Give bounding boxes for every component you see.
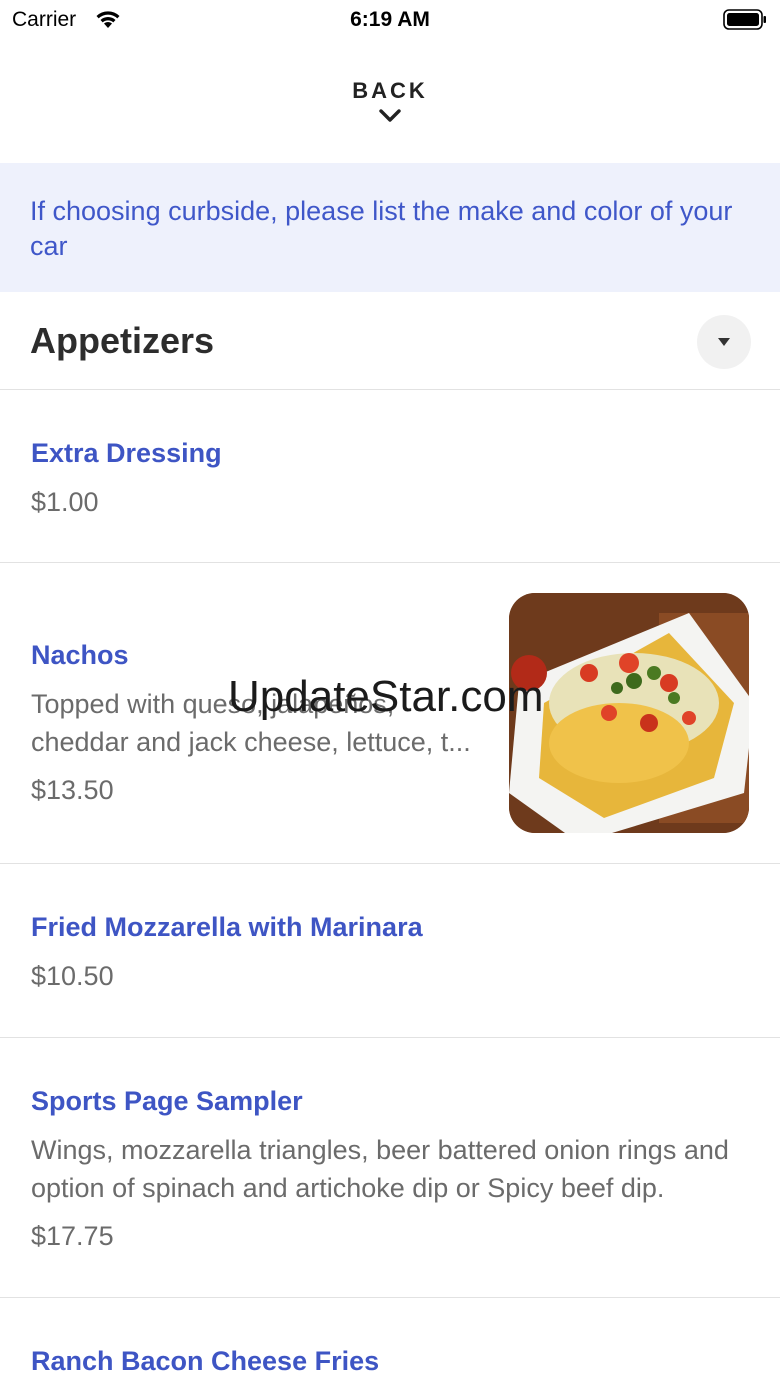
item-name: Sports Page Sampler (31, 1086, 303, 1116)
item-description: Wings, mozzarella triangles, beer batter… (31, 1135, 729, 1203)
item-price: $13.50 (31, 775, 114, 805)
notice-text: If choosing curbside, please list the ma… (30, 196, 733, 261)
section-title: Appetizers (30, 320, 215, 361)
collapse-toggle-button[interactable] (697, 315, 751, 369)
item-name: Ranch Bacon Cheese Fries (31, 1346, 380, 1376)
item-price: $10.50 (31, 961, 114, 991)
back-button[interactable]: BACK (0, 78, 780, 124)
back-label: BACK (352, 78, 428, 103)
nachos-photo (509, 593, 749, 833)
chevron-down-icon (379, 109, 401, 122)
item-name: Nachos (31, 640, 129, 670)
curbside-notice: If choosing curbside, please list the ma… (0, 163, 780, 292)
item-name: Extra Dressing (31, 438, 222, 468)
menu-item[interactable]: Extra Dressing $1.00 (0, 390, 780, 563)
menu-item[interactable]: Ranch Bacon Cheese Fries (0, 1298, 780, 1387)
item-name: Fried Mozzarella with Marinara (31, 912, 423, 942)
menu-item[interactable]: Nachos Topped with queso, jalapeños, che… (0, 563, 780, 864)
item-description: Topped with queso, jalapeños, cheddar an… (31, 689, 471, 757)
battery-icon (723, 9, 766, 30)
clock: 6:19 AM (350, 8, 430, 31)
menu-item[interactable]: Sports Page Sampler Wings, mozzarella tr… (0, 1038, 780, 1298)
section-header: Appetizers (0, 292, 780, 390)
status-bar: Carrier 6:19 AM (0, 0, 780, 40)
item-price: $1.00 (31, 487, 99, 517)
menu-item[interactable]: Fried Mozzarella with Marinara $10.50 (0, 864, 780, 1038)
item-price: $17.75 (31, 1221, 114, 1251)
caret-down-icon (718, 338, 730, 346)
